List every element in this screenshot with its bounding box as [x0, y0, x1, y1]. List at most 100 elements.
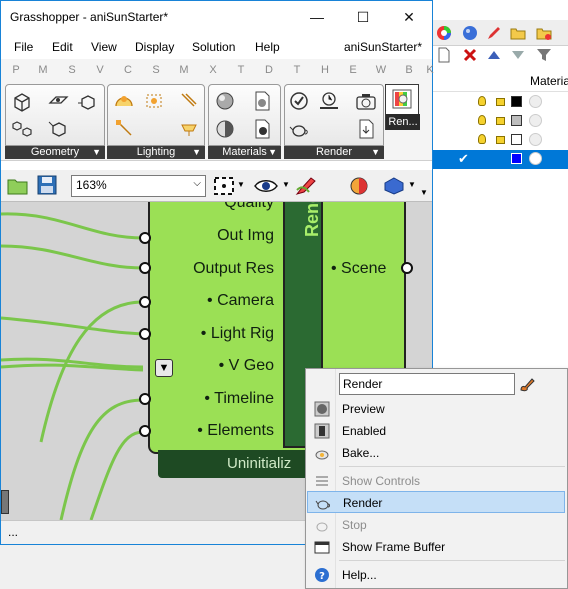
spot-light-icon[interactable] — [113, 117, 135, 139]
lock-icon[interactable] — [496, 136, 505, 144]
pencil-icon[interactable] — [486, 25, 502, 41]
material-preview-icon[interactable] — [349, 176, 369, 196]
color-wheel-icon[interactable] — [436, 25, 452, 41]
menu-item-preview[interactable]: Preview — [307, 398, 565, 420]
expand-arrow-icon[interactable]: ▼ — [268, 146, 277, 159]
material-file-icon[interactable] — [251, 118, 273, 140]
input-grip[interactable] — [139, 262, 151, 274]
menu-item-show-frame-buffer[interactable]: Show Frame Buffer — [307, 536, 565, 558]
component-name-field[interactable] — [339, 373, 515, 395]
sun-dome-icon[interactable] — [113, 90, 135, 112]
layer-color-swatch[interactable] — [511, 153, 522, 164]
menu-help[interactable]: Help — [255, 40, 280, 54]
move-down-icon[interactable] — [510, 47, 526, 63]
tab-curve[interactable]: C — [121, 64, 135, 76]
menu-item-enabled[interactable]: Enabled — [307, 420, 565, 442]
layer-row[interactable] — [432, 93, 568, 112]
material-icon[interactable] — [529, 95, 542, 108]
layer-row[interactable] — [432, 131, 568, 150]
light-rig-icon[interactable] — [143, 90, 165, 112]
menu-item-stop[interactable]: Stop — [307, 514, 565, 536]
zoom-select[interactable]: 163% ⌵ — [71, 175, 206, 197]
overflow-arrow-icon[interactable]: ▼ — [420, 188, 428, 197]
tab-surface[interactable]: S — [149, 64, 163, 76]
lock-icon[interactable] — [496, 98, 505, 106]
zoom-extents-icon[interactable] — [213, 176, 235, 196]
output-grip[interactable] — [401, 262, 413, 274]
move-up-icon[interactable] — [486, 47, 502, 63]
dropdown-arrow-icon[interactable]: ▼ — [408, 180, 416, 189]
material-half-icon[interactable] — [214, 118, 236, 140]
material-icon[interactable] — [529, 133, 542, 146]
menu-solution[interactable]: Solution — [192, 40, 235, 54]
layer-color-swatch[interactable] — [511, 96, 522, 107]
render-component-button[interactable]: Ren... — [385, 84, 420, 130]
input-grip[interactable] — [139, 425, 151, 437]
render-check-icon[interactable] — [288, 90, 310, 112]
open-file-icon[interactable] — [7, 176, 29, 196]
layer-color-swatch[interactable] — [511, 134, 522, 145]
new-sublayer-icon[interactable] — [536, 25, 552, 41]
area-light-icon[interactable] — [178, 117, 200, 139]
lock-icon[interactable] — [496, 117, 505, 125]
tab-k[interactable]: K — [423, 64, 437, 76]
menu-view[interactable]: View — [91, 40, 117, 54]
camera-icon[interactable] — [355, 90, 377, 112]
menu-item-help[interactable]: ? Help... — [307, 564, 565, 586]
light-bulb-icon[interactable] — [478, 134, 486, 144]
tab-w[interactable]: W — [374, 64, 388, 76]
box-icon[interactable] — [11, 91, 33, 113]
tab-sets[interactable]: S — [65, 64, 79, 76]
tab-vector[interactable]: V — [93, 64, 107, 76]
menu-edit[interactable]: Edit — [52, 40, 73, 54]
sketch-pen-icon[interactable] — [295, 176, 317, 196]
cube-move-icon[interactable] — [47, 118, 69, 140]
tab-maths[interactable]: M — [36, 64, 50, 76]
menu-item-show-controls[interactable]: Show Controls — [307, 470, 565, 492]
menu-item-bake[interactable]: Bake... — [307, 442, 565, 464]
shaded-preview-icon[interactable] — [383, 176, 405, 196]
input-grip[interactable] — [139, 296, 151, 308]
canvas-scrollbar[interactable] — [1, 490, 9, 514]
save-file-icon[interactable] — [37, 175, 57, 195]
tab-mesh[interactable]: M — [177, 64, 191, 76]
minimize-button[interactable]: — — [294, 1, 340, 34]
save-image-icon[interactable] — [355, 118, 377, 140]
tab-b[interactable]: B — [402, 64, 416, 76]
close-button[interactable]: ✕ — [386, 1, 432, 34]
material-sphere-icon[interactable] — [214, 90, 236, 112]
delete-icon[interactable] — [462, 47, 478, 63]
tab-e[interactable]: E — [346, 64, 360, 76]
expand-arrow-icon[interactable]: ▼ — [371, 146, 380, 159]
tab-transform[interactable]: T — [234, 64, 248, 76]
expand-arrow-icon[interactable]: ▼ — [192, 146, 201, 159]
document-name[interactable]: aniSunStarter* — [344, 40, 422, 54]
material-icon[interactable] — [529, 114, 542, 127]
material-sphere-icon[interactable] — [462, 25, 478, 41]
input-grip[interactable] — [139, 393, 151, 405]
expand-input-button[interactable]: ▼ — [155, 359, 173, 377]
preview-eye-icon[interactable] — [254, 178, 278, 194]
plane-icon[interactable] — [47, 89, 69, 111]
light-bulb-icon[interactable] — [478, 115, 486, 125]
dropdown-arrow-icon[interactable]: ▼ — [237, 180, 245, 189]
expand-arrow-icon[interactable]: ▼ — [92, 146, 101, 159]
new-layer-folder-icon[interactable] — [510, 25, 526, 41]
menu-file[interactable]: File — [14, 40, 33, 54]
input-grip[interactable] — [139, 232, 151, 244]
chevron-down-icon[interactable]: ⌵ — [193, 178, 201, 189]
teapot-icon[interactable] — [288, 118, 310, 140]
paint-brush-icon[interactable] — [518, 375, 536, 393]
dropdown-arrow-icon[interactable]: ▼ — [282, 180, 290, 189]
new-object-icon[interactable] — [436, 47, 452, 63]
menu-display[interactable]: Display — [135, 40, 174, 54]
layer-row-selected[interactable]: ✔ — [432, 150, 568, 169]
material-icon[interactable] — [529, 152, 542, 165]
menu-item-render[interactable]: Render — [307, 491, 565, 513]
boxes-icon[interactable] — [11, 118, 33, 140]
title-bar[interactable]: Grasshopper - aniSunStarter* — ☐ ✕ — [1, 1, 432, 34]
maximize-button[interactable]: ☐ — [340, 1, 386, 34]
tab-display[interactable]: D — [262, 64, 276, 76]
tab-h[interactable]: H — [318, 64, 332, 76]
tab-t[interactable]: T — [290, 64, 304, 76]
